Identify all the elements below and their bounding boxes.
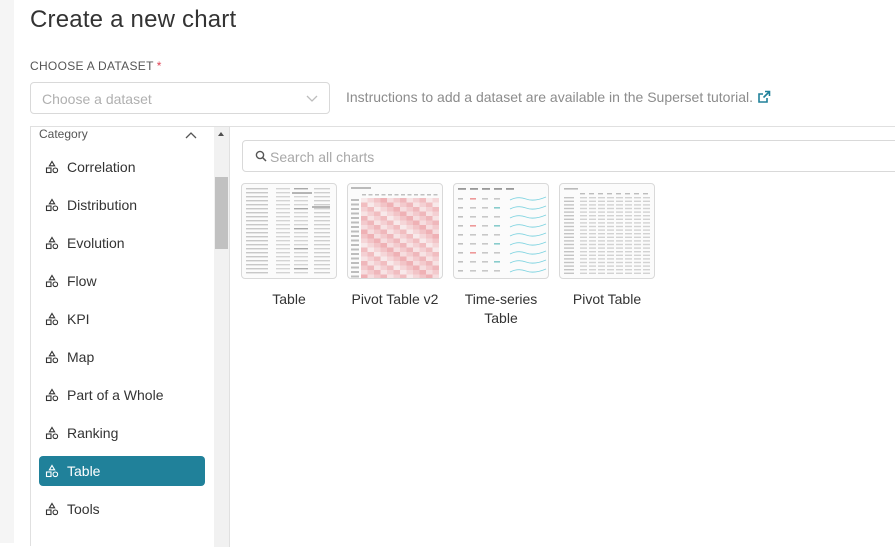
chart-tile-pivot-table-v2[interactable]: Pivot Table v2 [347,183,443,309]
chart-category-icon [45,160,59,174]
chart-tile-time-series-table[interactable]: Time-series Table [453,183,549,328]
category-item-label: Table [67,463,101,479]
chart-category-icon [45,388,59,402]
chart-name: Time-series Table [464,291,538,326]
chart-tile-pivot-table[interactable]: Pivot Table [559,183,655,309]
category-item-label: Distribution [67,197,138,213]
category-header-label: Category [39,127,88,141]
chart-name: Table [272,291,306,307]
dataset-select-placeholder: Choose a dataset [42,91,152,107]
category-item-label: Correlation [67,159,136,175]
chart-category-icon [45,350,59,364]
category-item-label: Evolution [67,235,125,251]
sidebar-scrollbar[interactable] [214,127,229,547]
category-header[interactable]: Category [39,127,199,145]
category-item-label: Ranking [67,425,119,441]
category-item-label: Part of a Whole [67,387,164,403]
left-edge-strip [0,0,14,543]
chart-category-icon [45,198,59,212]
chart-picker-panel: Category Correlation Distribution Evolutio… [30,126,895,547]
category-item-flow[interactable]: Flow [39,266,205,296]
chart-thumbnail [559,183,655,279]
dataset-hint: Instructions to add a dataset are availa… [346,89,771,105]
chart-thumbnail [347,183,443,279]
dataset-select[interactable]: Choose a dataset [30,82,330,114]
category-sidebar: Category Correlation Distribution Evolutio… [31,127,230,547]
category-item-label: KPI [67,311,90,327]
page-title: Create a new chart [30,6,237,33]
category-item-table[interactable]: Table [39,456,205,486]
category-item-part-of-a-whole[interactable]: Part of a Whole [39,380,205,410]
category-item-correlation[interactable]: Correlation [39,152,205,182]
chevron-up-icon [185,132,197,139]
chart-category-icon [45,464,59,478]
scroll-up-arrow[interactable] [218,132,224,136]
dataset-hint-text: Instructions to add a dataset are availa… [346,89,754,105]
category-item-label: Map [67,349,95,365]
category-item-ranking[interactable]: Ranking [39,418,205,448]
required-mark: * [156,59,162,73]
category-item-label: Tools [67,501,100,517]
chart-category-icon [45,274,59,288]
chevron-down-icon [306,95,318,102]
dataset-label-text: CHOOSE A DATASET [30,59,154,73]
category-item-kpi[interactable]: KPI [39,304,205,334]
chart-search-input[interactable]: Search all charts [242,140,895,172]
search-icon [255,150,267,162]
category-item-map[interactable]: Map [39,342,205,372]
chart-search-placeholder: Search all charts [270,149,375,165]
category-item-distribution[interactable]: Distribution [39,190,205,220]
category-item-evolution[interactable]: Evolution [39,228,205,258]
chart-name: Pivot Table v2 [351,291,439,307]
chart-category-icon [45,312,59,326]
chart-category-icon [45,236,59,250]
chart-category-icon [45,502,59,516]
chart-name: Pivot Table [572,291,642,307]
dataset-label: CHOOSE A DATASET * [30,59,162,73]
chart-gallery: Search all charts Table Pivot Table v2 T… [230,127,895,547]
scrollbar-thumb[interactable] [215,177,228,249]
category-item-label: Flow [67,273,97,289]
category-item-tools[interactable]: Tools [39,494,205,524]
chart-tile-table[interactable]: Table [241,183,337,309]
chart-category-icon [45,426,59,440]
chart-thumbnail [453,183,549,279]
external-link-icon[interactable] [757,90,771,104]
chart-thumbnail [241,183,337,279]
